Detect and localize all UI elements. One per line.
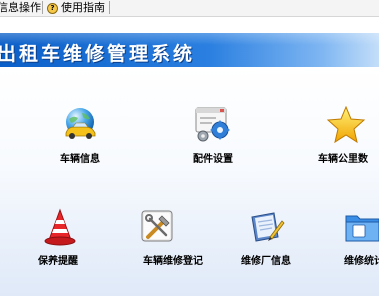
settings-gears-icon: [193, 105, 233, 145]
tile-repair-registration[interactable]: 车辆维修登记: [128, 207, 218, 269]
star-icon: [326, 105, 366, 145]
tile-parts-settings-label: 配件设置: [193, 154, 233, 165]
notebook-pen-icon: [246, 207, 286, 247]
folder-icon: [343, 207, 379, 247]
title-banner: 出租车维修管理系统: [0, 33, 379, 67]
menu-user-guide[interactable]: ? 使用指南: [47, 1, 105, 14]
tools-icon: [138, 207, 178, 247]
question-mark-icon: ?: [47, 3, 58, 14]
menu-separator: [42, 1, 43, 14]
tile-repair-registration-label: 车辆维修登记: [143, 256, 203, 267]
tile-vehicle-mileage[interactable]: 车辆公里数: [298, 105, 379, 167]
main-panel: 车辆信息 配件设置 车辆公里数 保养提醒 车辆维修登记 维修厂信息 维修统: [0, 67, 379, 296]
menu-info-operations[interactable]: 信息操作: [0, 1, 41, 14]
system-title: 出租车维修管理系统: [0, 43, 196, 65]
menu-separator: [109, 1, 110, 14]
menu-user-guide-label: 使用指南: [61, 1, 105, 14]
tile-repair-statistics[interactable]: 维修统计: [319, 207, 379, 269]
traffic-cone-icon: [40, 207, 80, 247]
globe-car-icon: [60, 105, 100, 145]
tile-vehicle-info[interactable]: 车辆信息: [35, 105, 125, 167]
tile-repair-statistics-label: 维修统计: [344, 256, 379, 267]
tile-parts-settings[interactable]: 配件设置: [168, 105, 258, 167]
tile-maintenance-reminder[interactable]: 保养提醒: [13, 207, 103, 269]
tile-maintenance-reminder-label: 保养提醒: [38, 256, 78, 267]
tile-repair-shop-info-label: 维修厂信息: [241, 256, 291, 267]
tile-vehicle-info-label: 车辆信息: [60, 154, 100, 165]
menu-bar: 信息操作 ? 使用指南: [0, 0, 379, 17]
tile-vehicle-mileage-label: 车辆公里数: [318, 154, 368, 165]
tile-repair-shop-info[interactable]: 维修厂信息: [221, 207, 311, 269]
